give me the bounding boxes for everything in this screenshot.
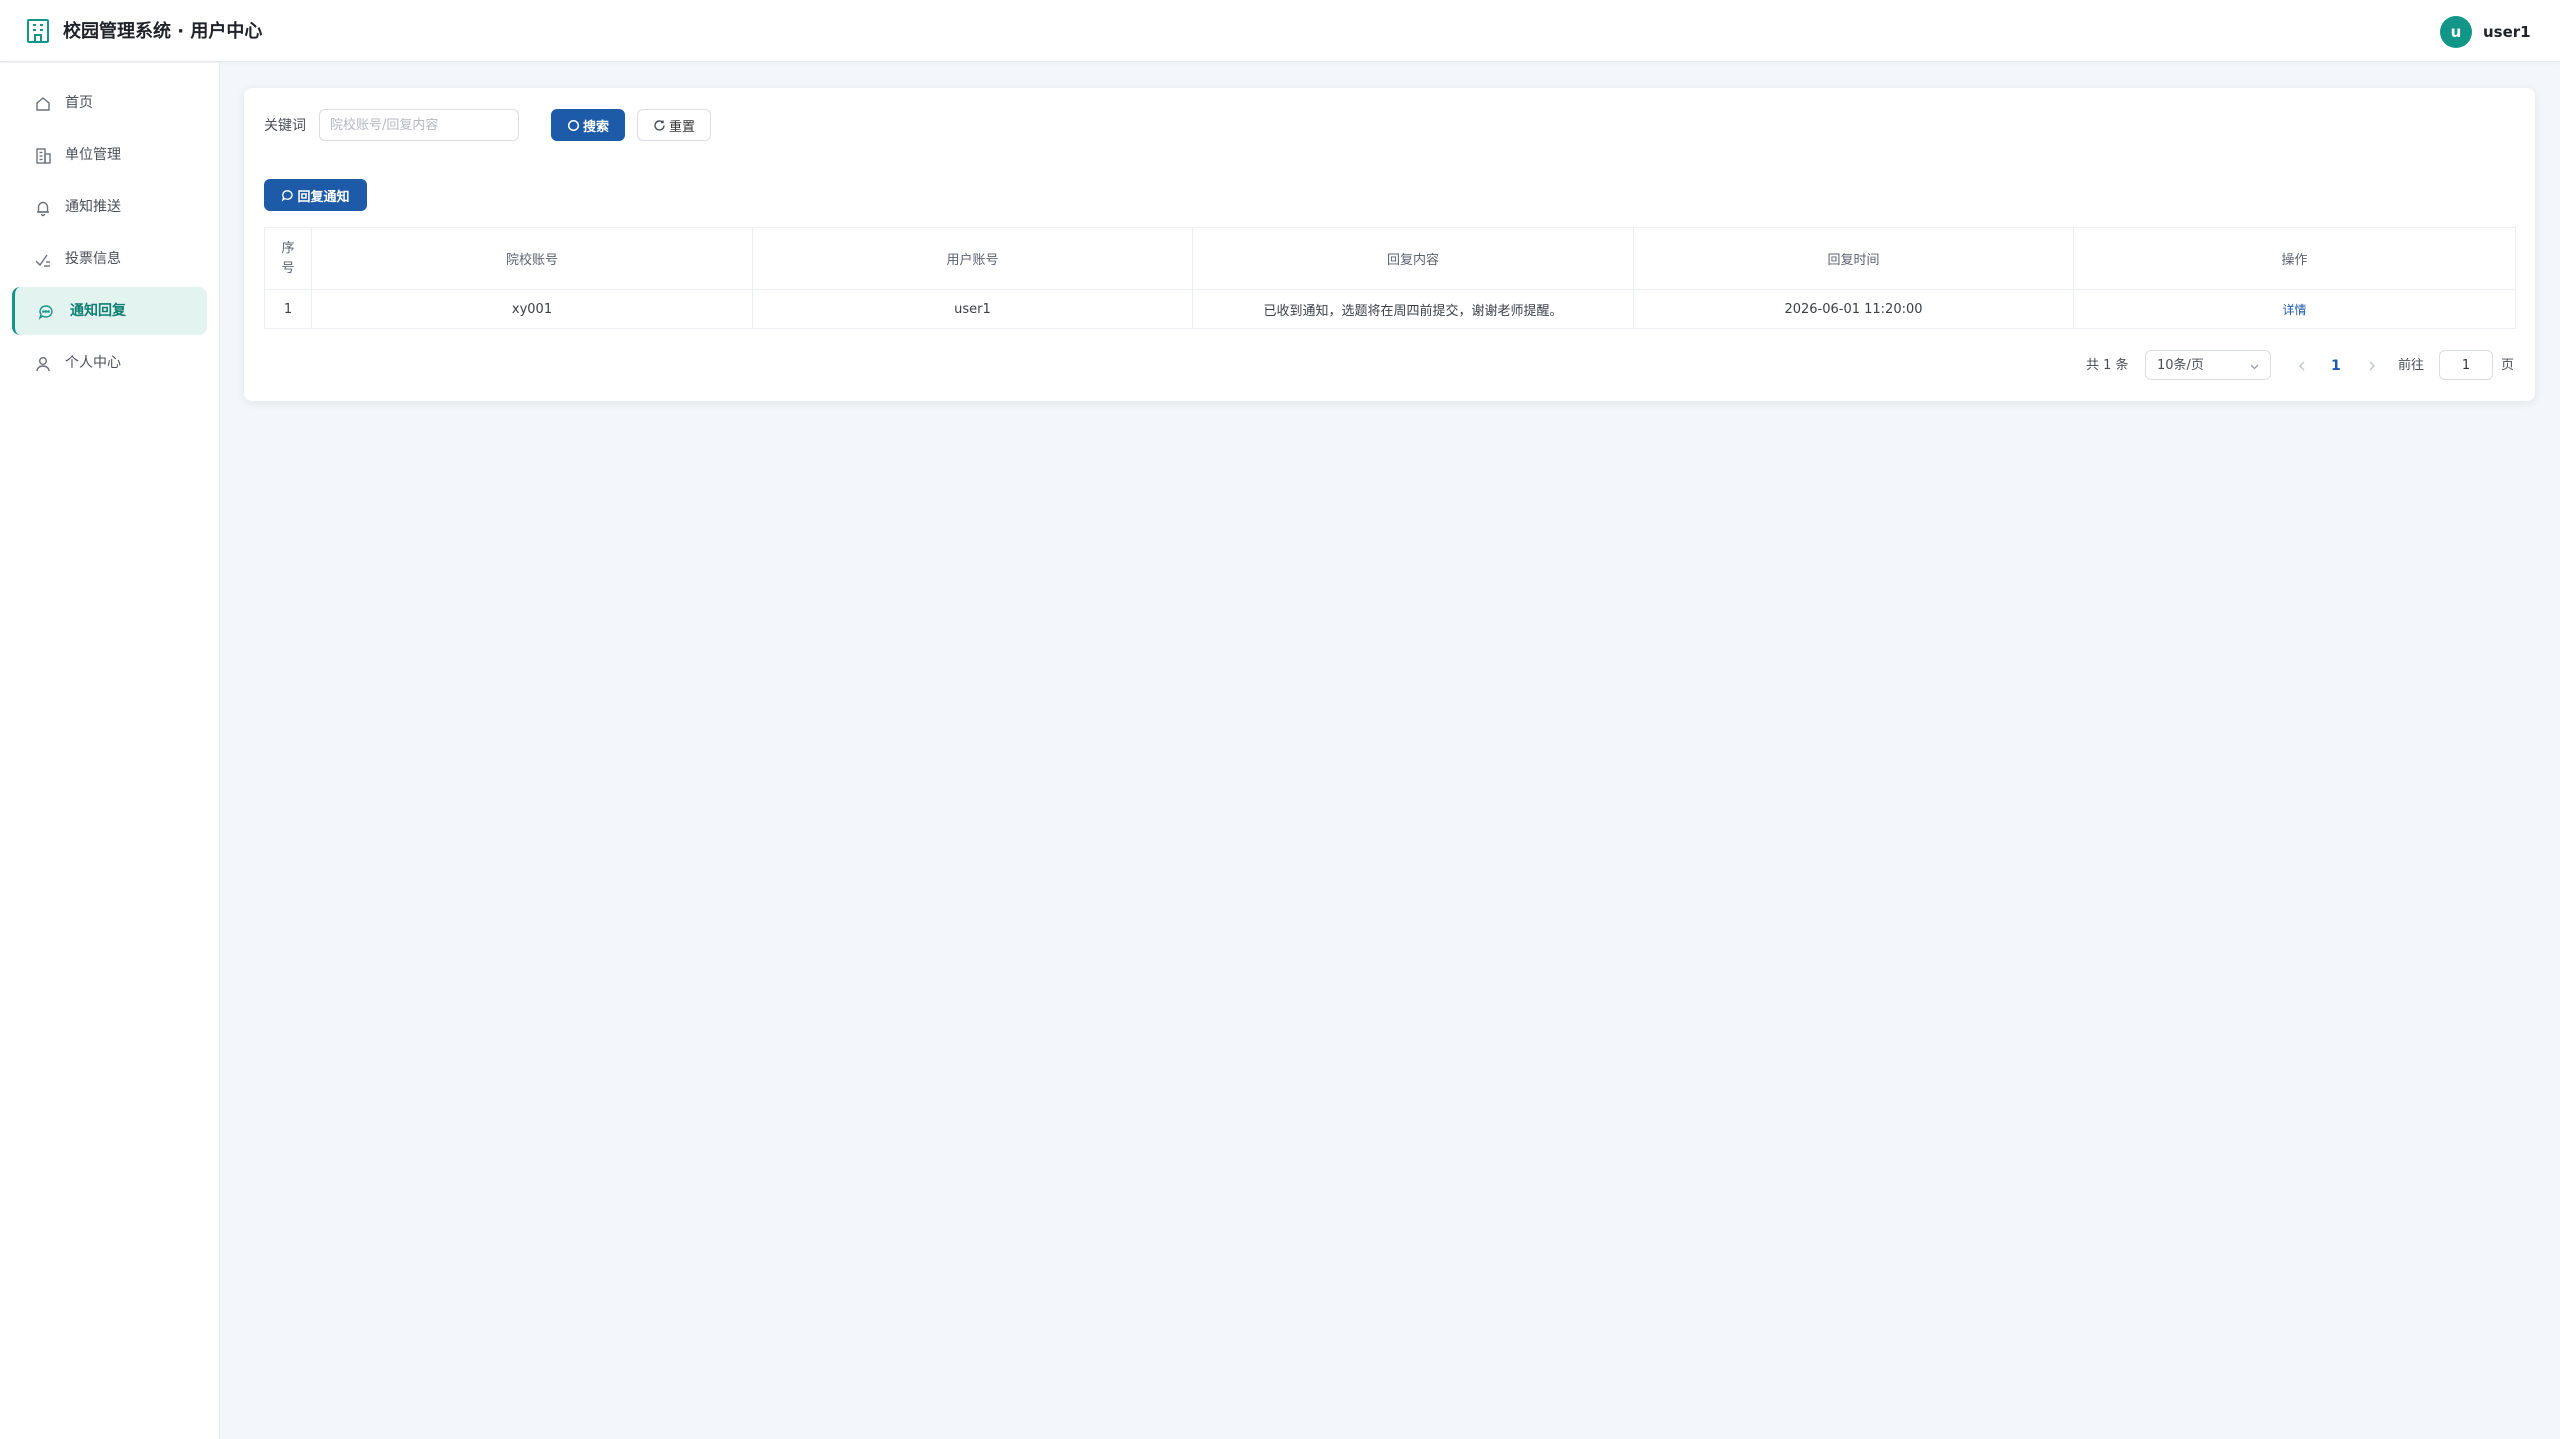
column-header-time: 回复时间: [1634, 228, 2074, 289]
reply-table: 序号 院校账号 用户账号 回复内容 回复时间 操作 1 xy001 user1 …: [264, 227, 2516, 329]
pagination-total: 共 1 条: [2086, 358, 2129, 373]
table-row: 1 xy001 user1 已收到通知，选题将在周四前提交，谢谢老师提醒。 20…: [265, 290, 2515, 328]
sidebar-item-profile[interactable]: 个人中心: [12, 339, 207, 387]
next-page-button[interactable]: [2364, 356, 2380, 376]
building-icon: [36, 148, 51, 164]
goto-label: 前往: [2398, 358, 2425, 373]
top-header: 校园管理系统 · 用户中心 u user1: [0, 0, 2560, 62]
user-icon: [36, 357, 50, 372]
search-button-label: 搜索: [582, 119, 609, 135]
cell-action: 详情: [2074, 290, 2515, 328]
sidebar-item-label: 通知推送: [65, 199, 121, 215]
cell-user-account: user1: [753, 290, 1193, 328]
reply-notify-button[interactable]: 回复通知: [264, 179, 367, 211]
app-title: 校园管理系统 · 用户中心: [63, 21, 263, 42]
column-header-content: 回复内容: [1193, 228, 1634, 289]
column-header-action: 操作: [2281, 253, 2308, 268]
sidebar-item-label: 投票信息: [65, 251, 121, 267]
refresh-icon: [654, 119, 665, 131]
keyword-label: 关键词: [264, 118, 306, 134]
sidebar-item-units[interactable]: 单位管理: [12, 131, 207, 179]
sidebar: 首页 单位管理 通知推送 投票信息 通知回复 个人中心: [0, 63, 220, 1439]
chat-icon: [38, 305, 53, 320]
table-header-row: 序号 院校账号 用户账号 回复内容 回复时间 操作: [265, 228, 2515, 290]
page-size-value: 10条/页: [2157, 358, 2204, 373]
goto-page-input[interactable]: [2439, 350, 2493, 380]
column-header-user-account: 用户账号: [753, 228, 1193, 289]
sidebar-item-home[interactable]: 首页: [12, 79, 207, 127]
cell-time: 2026-06-01 11:20:00: [1634, 290, 2074, 328]
detail-link[interactable]: 详情: [2282, 301, 2306, 318]
sidebar-item-label: 单位管理: [65, 147, 121, 163]
prev-page-button[interactable]: [2294, 356, 2310, 376]
chevron-down-icon: [2250, 364, 2259, 370]
reply-notify-label: 回复通知: [297, 189, 350, 205]
sidebar-item-label: 个人中心: [65, 355, 121, 371]
page-number-current[interactable]: 1: [2331, 356, 2341, 376]
sidebar-item-label: 首页: [65, 95, 93, 111]
vote-icon: [35, 254, 50, 267]
search-input[interactable]: [319, 109, 519, 141]
chat-icon: [282, 189, 294, 202]
sidebar-item-label: 通知回复: [70, 303, 126, 319]
search-button[interactable]: 搜索: [551, 109, 625, 141]
search-icon: [567, 119, 580, 131]
column-header-index: 序号: [265, 228, 312, 289]
sidebar-item-notify-push[interactable]: 通知推送: [12, 183, 207, 231]
avatar[interactable]: u: [2440, 16, 2472, 48]
page-suffix: 页: [2501, 358, 2515, 373]
reset-button[interactable]: 重置: [637, 109, 711, 141]
column-header-school-account: 院校账号: [312, 228, 753, 289]
home-icon: [36, 97, 50, 111]
sidebar-item-notify-reply[interactable]: 通知回复: [12, 287, 207, 335]
cell-school-account: xy001: [312, 290, 753, 328]
cell-index: 1: [265, 290, 312, 328]
sidebar-item-vote[interactable]: 投票信息: [12, 235, 207, 283]
reset-button-label: 重置: [668, 119, 695, 135]
cell-content: 已收到通知，选题将在周四前提交，谢谢老师提醒。: [1193, 290, 1634, 328]
content-card: 关键词 搜索 重置 回复通知 序号 院校账号 用户账号 回复内容 回复时间 操作…: [244, 88, 2535, 401]
building-logo-icon: [27, 19, 49, 43]
page-size-select[interactable]: 10条/页: [2145, 350, 2271, 380]
bell-icon: [37, 201, 49, 217]
username[interactable]: user1: [2483, 20, 2531, 44]
